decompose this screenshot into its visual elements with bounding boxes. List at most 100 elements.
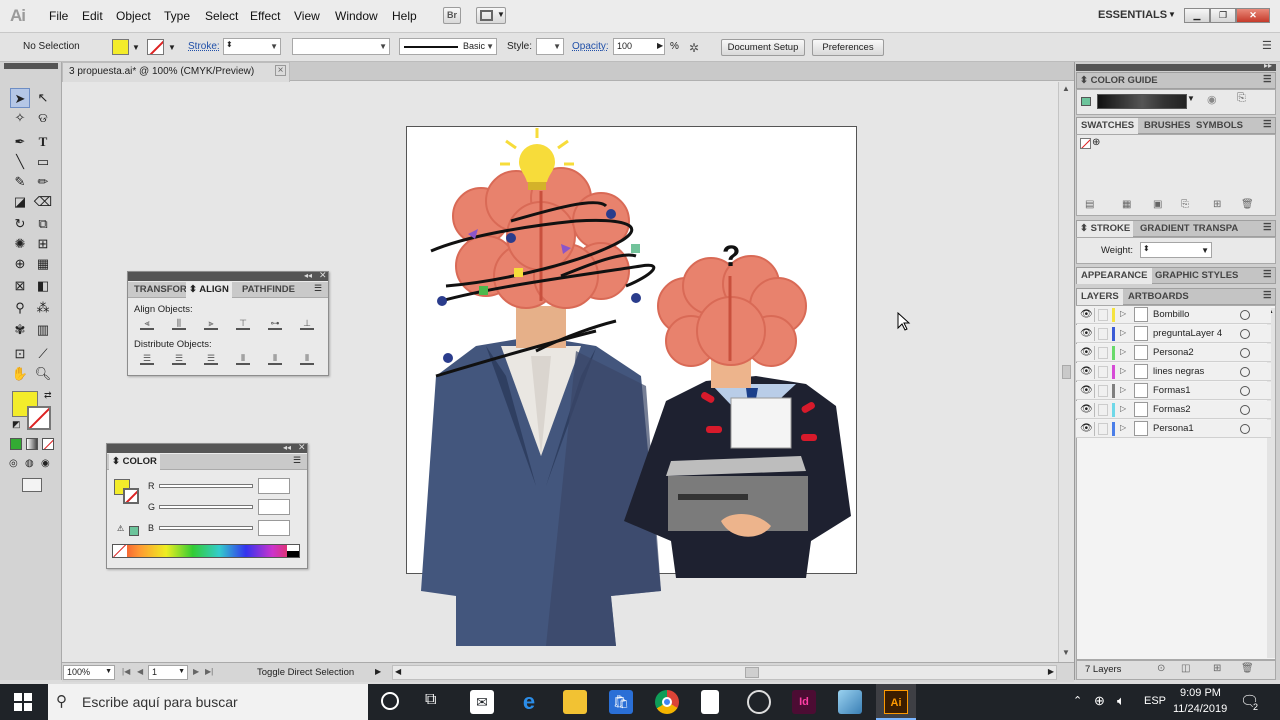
workspace-switcher[interactable]: ESSENTIALS xyxy=(1098,9,1167,21)
stroke-swatch[interactable] xyxy=(147,39,164,55)
fill-swatch[interactable] xyxy=(112,39,129,55)
layer-name[interactable]: Formas2 xyxy=(1153,404,1190,415)
make-clipping-mask-icon[interactable]: ◫ xyxy=(1181,663,1190,674)
r-slider[interactable] xyxy=(159,484,253,488)
swatch-options-icon[interactable]: ▣ xyxy=(1153,199,1162,210)
save-color-group-icon[interactable]: ⎘ xyxy=(1237,92,1246,105)
mail-icon[interactable]: ✉ xyxy=(470,690,494,714)
show-hidden-icons-icon[interactable]: ⌃ xyxy=(1073,694,1082,707)
perspective-grid-tool-icon[interactable]: ▦ xyxy=(33,254,53,274)
selection-tool-icon[interactable]: ➤ xyxy=(10,88,30,108)
swatch-libraries-icon[interactable]: ▤ xyxy=(1085,199,1094,210)
layer-row[interactable]: 👁︎ ▷ Bombillo xyxy=(1076,306,1271,324)
media-player-icon[interactable] xyxy=(747,690,771,714)
b-slider[interactable] xyxy=(159,526,253,530)
recolor-artwork-icon[interactable]: ✲ xyxy=(689,41,699,55)
visibility-eye-icon[interactable]: 👁︎ xyxy=(1080,423,1093,434)
free-transform-tool-icon[interactable]: ⊞ xyxy=(33,234,53,254)
tab-transparency[interactable]: TRANSPA xyxy=(1193,223,1238,234)
layer-row[interactable]: 👁︎ ▷ preguntaLayer 4 xyxy=(1076,325,1271,343)
lock-toggle[interactable] xyxy=(1098,423,1108,435)
distribute-left-icon[interactable]: ⫴ xyxy=(236,353,250,365)
visibility-eye-icon[interactable]: 👁︎ xyxy=(1080,385,1093,396)
panel-menu-icon[interactable]: ☰ xyxy=(314,283,322,294)
artboard-tool-icon[interactable]: ⊡ xyxy=(10,344,30,364)
tab-symbols[interactable]: SYMBOLS xyxy=(1196,120,1243,131)
panel-menu-icon[interactable]: ☰ xyxy=(1262,39,1272,52)
stroke-label[interactable]: Stroke: xyxy=(188,41,220,52)
align-vertical-center-icon[interactable]: ⊶ xyxy=(268,318,282,330)
panel-menu-icon[interactable]: ☰ xyxy=(1263,119,1272,130)
pen-tool-icon[interactable]: ✒ xyxy=(10,132,30,152)
layer-row[interactable]: 👁︎ ▷ Persona1 xyxy=(1076,420,1271,438)
layer-name[interactable]: Persona2 xyxy=(1153,347,1194,358)
new-sublayer-icon[interactable]: ⊞ xyxy=(1213,663,1221,674)
close-document-icon[interactable]: × xyxy=(275,65,286,76)
tab-graphic-styles[interactable]: GRAPHIC STYLES xyxy=(1155,270,1238,281)
distribute-horizontal-center-icon[interactable]: ⫴ xyxy=(268,353,282,365)
network-icon[interactable]: ⊕ xyxy=(1094,693,1105,709)
layer-row[interactable]: 👁︎ ▷ Formas2 xyxy=(1076,401,1271,419)
shape-builder-tool-icon[interactable]: ⊕ xyxy=(10,254,30,274)
new-swatch-icon[interactable]: ⊞ xyxy=(1213,199,1221,210)
panel-header[interactable]: ◂◂ ✕ xyxy=(128,270,328,281)
expand-layer-icon[interactable]: ▷ xyxy=(1120,347,1126,356)
file-explorer-icon[interactable] xyxy=(563,690,587,714)
align-right-icon[interactable]: ⫸ xyxy=(204,318,218,330)
preferences-button[interactable]: Preferences xyxy=(812,39,884,56)
expand-layer-icon[interactable]: ▷ xyxy=(1120,366,1126,375)
panel-menu-icon[interactable]: ☰ xyxy=(1263,74,1272,85)
g-slider[interactable] xyxy=(159,505,253,509)
rotate-tool-icon[interactable]: ↻ xyxy=(10,214,30,234)
default-colors-icon[interactable]: ◩ xyxy=(12,419,21,430)
rectangle-tool-icon[interactable]: ▭ xyxy=(33,152,53,172)
magic-wand-tool-icon[interactable]: ✧ xyxy=(10,108,30,128)
horizontal-scrollbar[interactable]: ◀ ▶ xyxy=(392,665,1057,680)
opacity-label[interactable]: Opacity: xyxy=(572,41,609,52)
delete-swatch-icon[interactable]: 🗑︎ xyxy=(1241,199,1254,210)
expand-layer-icon[interactable]: ▷ xyxy=(1120,328,1126,337)
gradient-mode-button[interactable] xyxy=(26,438,38,450)
illustrator-taskbar-button[interactable]: Ai xyxy=(876,684,916,720)
document-setup-button[interactable]: Document Setup xyxy=(721,39,805,56)
weight-field[interactable]: ⬍ ▼ xyxy=(1140,242,1212,258)
layer-row[interactable]: 👁︎ ▷ Persona2 xyxy=(1076,344,1271,362)
pencil-tool-icon[interactable]: ✏ xyxy=(33,172,53,192)
spectrum-black-swatch[interactable] xyxy=(287,551,299,557)
visibility-eye-icon[interactable]: 👁︎ xyxy=(1080,328,1093,339)
variable-width-dropdown[interactable]: ▼ xyxy=(292,38,390,55)
tab-artboards[interactable]: ARTBOARDS xyxy=(1128,291,1189,302)
none-mode-button[interactable] xyxy=(42,438,54,450)
lock-toggle[interactable] xyxy=(1098,385,1108,397)
expand-layer-icon[interactable]: ▷ xyxy=(1120,404,1126,413)
tools-panel-grip[interactable] xyxy=(4,63,58,69)
target-circle-icon[interactable] xyxy=(1240,386,1250,396)
scroll-right-icon[interactable]: ▶ xyxy=(1048,667,1054,676)
stroke-color-box[interactable] xyxy=(27,406,51,430)
base-color-swatch[interactable] xyxy=(1081,97,1091,106)
volume-icon[interactable]: 🔈︎ xyxy=(1117,693,1125,709)
style-dropdown[interactable]: ▼ xyxy=(536,38,564,55)
menu-select[interactable]: Select xyxy=(205,9,238,23)
new-color-group-icon[interactable]: ⎘ xyxy=(1181,199,1189,210)
distribute-top-icon[interactable]: ☰ xyxy=(140,353,154,365)
swatch-registration[interactable]: ⊕ xyxy=(1092,137,1100,148)
menu-help[interactable]: Help xyxy=(392,9,417,23)
visibility-eye-icon[interactable]: 👁︎ xyxy=(1080,309,1093,320)
language-indicator[interactable]: ESP xyxy=(1144,695,1166,707)
swatch-none[interactable] xyxy=(1080,138,1091,149)
panel-menu-icon[interactable]: ☰ xyxy=(1263,269,1272,280)
menu-file[interactable]: File xyxy=(49,9,68,23)
symbol-sprayer-tool-icon[interactable]: ✾ xyxy=(10,320,30,340)
align-horizontal-center-icon[interactable]: ⫼ xyxy=(172,318,186,330)
scroll-thumb[interactable] xyxy=(1062,365,1071,379)
panel-header[interactable]: ◂◂ ✕ xyxy=(107,442,307,453)
indesign-icon[interactable]: Id xyxy=(792,690,816,714)
clock-time[interactable]: 9:09 PM xyxy=(1180,687,1221,699)
expand-layer-icon[interactable]: ▷ xyxy=(1120,423,1126,432)
scroll-left-icon[interactable]: ◀ xyxy=(395,667,401,676)
align-left-icon[interactable]: ⫷ xyxy=(140,318,154,330)
spectrum-none-swatch[interactable] xyxy=(113,545,127,557)
lock-toggle[interactable] xyxy=(1098,366,1108,378)
b-value-field[interactable] xyxy=(258,520,290,536)
